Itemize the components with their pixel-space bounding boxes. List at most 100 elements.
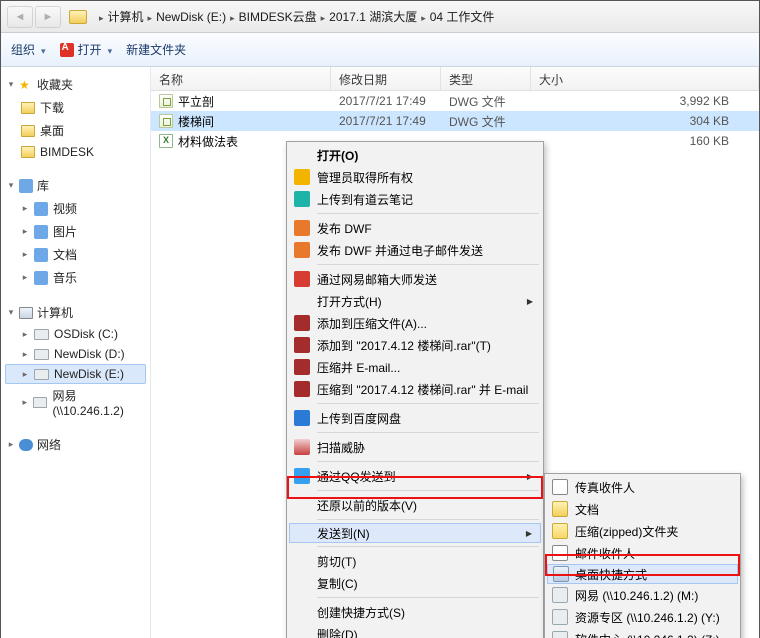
sidebar-item-downloads[interactable]: 下载 xyxy=(5,96,146,119)
back-button[interactable]: ◄ xyxy=(7,6,33,28)
sidebar-item-videos[interactable]: 视频 xyxy=(5,197,146,220)
drive-icon xyxy=(552,609,568,625)
menu-item[interactable]: 压缩(zipped)文件夹 xyxy=(547,520,738,542)
menu-item[interactable]: 添加到压缩文件(A)... xyxy=(289,312,541,334)
menu-item[interactable]: 复制(C) xyxy=(289,572,541,594)
menu-item-label: 打开(O) xyxy=(317,147,358,164)
file-icon xyxy=(159,114,173,128)
menu-item-label: 通过网易邮箱大师发送 xyxy=(317,271,437,288)
monitor-icon xyxy=(553,566,569,582)
col-name[interactable]: 名称 xyxy=(151,67,331,90)
menu-item[interactable]: 压缩到 "2017.4.12 楼梯间.rar" 并 E-mail xyxy=(289,378,541,400)
menu-item[interactable]: 删除(D) xyxy=(289,623,541,638)
file-name: 材料做法表 xyxy=(178,133,238,150)
menu-item[interactable]: 资源专区 (\\10.246.1.2) (Y:) xyxy=(547,606,738,628)
yellow-icon xyxy=(294,169,310,185)
network-header[interactable]: 网络 xyxy=(5,433,146,456)
menu-item[interactable]: 传真收件人 xyxy=(547,476,738,498)
context-menu: 打开(O) 管理员取得所有权上传到有道云笔记发布 DWF发布 DWF 并通过电子邮… xyxy=(286,141,544,638)
menu-item[interactable]: 打开(O) xyxy=(289,144,541,166)
file-size: 3,992 KB xyxy=(531,94,759,108)
file-row[interactable]: 平立剖2017/7/21 17:49DWG 文件3,992 KB xyxy=(151,91,759,111)
col-date[interactable]: 修改日期 xyxy=(331,67,441,90)
file-size: 304 KB xyxy=(531,114,759,128)
explorer-window: ◄ ► 计算机 NewDisk (E:) BIMDESK云盘 2017.1 湖滨… xyxy=(0,0,760,638)
zip-icon xyxy=(552,523,568,539)
menu-item[interactable]: 管理员取得所有权 xyxy=(289,166,541,188)
breadcrumb-item[interactable]: 04 工作文件 xyxy=(430,8,495,25)
menu-item[interactable]: 网易 (\\10.246.1.2) (M:) xyxy=(547,584,738,606)
new-folder-button[interactable]: 新建文件夹 xyxy=(126,41,186,58)
breadcrumb-sep xyxy=(95,10,108,24)
menu-item[interactable]: 通过QQ发送到 xyxy=(289,465,541,487)
menu-item[interactable]: 通过网易邮箱大师发送 xyxy=(289,268,541,290)
breadcrumb-sep xyxy=(317,10,330,24)
menu-item[interactable]: 还原以前的版本(V) xyxy=(289,494,541,516)
menu-item[interactable]: 压缩并 E-mail... xyxy=(289,356,541,378)
library-icon xyxy=(34,225,48,239)
menu-item[interactable]: 发布 DWF xyxy=(289,217,541,239)
menu-item[interactable]: 邮件收件人 xyxy=(547,542,738,564)
drive-icon xyxy=(33,397,47,408)
menu-item-label: 压缩并 E-mail... xyxy=(317,359,400,376)
menu-item-label: 添加到 "2017.4.12 楼梯间.rar"(T) xyxy=(317,337,491,354)
doc-icon xyxy=(552,479,568,495)
library-icon xyxy=(19,179,33,193)
open-button[interactable]: 打开 xyxy=(60,41,113,58)
menu-item-label: 发送到(N) xyxy=(317,525,370,542)
menu-item[interactable]: 剪切(T) xyxy=(289,550,541,572)
sidebar-item-documents[interactable]: 文档 xyxy=(5,243,146,266)
col-type[interactable]: 类型 xyxy=(441,67,531,90)
sidebar-item-netdrive[interactable]: 网易 (\\10.246.1.2) xyxy=(5,384,146,421)
titlebar: ◄ ► 计算机 NewDisk (E:) BIMDESK云盘 2017.1 湖滨… xyxy=(1,1,759,33)
breadcrumb-item[interactable]: 计算机 xyxy=(108,8,144,25)
computer-header[interactable]: 计算机 xyxy=(5,301,146,324)
menu-item[interactable]: 创建快捷方式(S) xyxy=(289,601,541,623)
breadcrumb-item[interactable]: BIMDESK云盘 xyxy=(239,8,317,25)
sidebar-item-music[interactable]: 音乐 xyxy=(5,266,146,289)
breadcrumb-item[interactable]: 2017.1 湖滨大厦 xyxy=(329,8,417,25)
darkred-icon xyxy=(294,337,310,353)
forward-button[interactable]: ► xyxy=(35,6,61,28)
libraries-header[interactable]: 库 xyxy=(5,174,146,197)
breadcrumb-item[interactable]: NewDisk (E:) xyxy=(156,10,226,24)
nav-pane: 收藏夹 下载 桌面 BIMDESK 库 视频 图片 文档 音乐 计算机 OSDi… xyxy=(1,67,151,638)
menu-item[interactable]: 文档 xyxy=(547,498,738,520)
menu-item[interactable]: 桌面快捷方式 xyxy=(547,564,738,584)
menu-item-label: 剪切(T) xyxy=(317,553,356,570)
sidebar-item-bimdesk[interactable]: BIMDESK xyxy=(5,142,146,162)
sidebar-item-desktop[interactable]: 桌面 xyxy=(5,119,146,142)
file-size: 160 KB xyxy=(531,134,759,148)
file-row[interactable]: 楼梯间2017/7/21 17:49DWG 文件304 KB xyxy=(151,111,759,131)
sidebar-item-pictures[interactable]: 图片 xyxy=(5,220,146,243)
favorites-header[interactable]: 收藏夹 xyxy=(5,73,146,96)
organize-menu[interactable]: 组织 xyxy=(11,41,46,58)
sidebar-item-drive-c[interactable]: OSDisk (C:) xyxy=(5,324,146,344)
menu-item[interactable]: 上传到有道云笔记 xyxy=(289,188,541,210)
red-icon xyxy=(294,271,310,287)
menu-item[interactable]: 扫描威胁 xyxy=(289,436,541,458)
file-date: 2017/7/21 17:49 xyxy=(331,94,441,108)
col-size[interactable]: 大小 xyxy=(531,67,759,90)
orange-icon xyxy=(294,220,310,236)
darkred-icon xyxy=(294,359,310,375)
menu-separator xyxy=(317,213,539,214)
sidebar-item-drive-d[interactable]: NewDisk (D:) xyxy=(5,344,146,364)
doc-icon xyxy=(552,545,568,561)
menu-item[interactable]: 添加到 "2017.4.12 楼梯间.rar"(T) xyxy=(289,334,541,356)
menu-item[interactable]: 打开方式(H) xyxy=(289,290,541,312)
file-icon xyxy=(159,134,173,148)
menu-item-label: 打开方式(H) xyxy=(317,293,382,310)
menu-item-label: 压缩(zipped)文件夹 xyxy=(575,523,678,540)
menu-item[interactable]: 发送到(N) xyxy=(289,523,541,543)
menu-item[interactable]: 发布 DWF 并通过电子邮件发送 xyxy=(289,239,541,261)
menu-item[interactable]: 软件中心 (\\10.246.1.2) (Z:) xyxy=(547,628,738,638)
menu-item[interactable]: 上传到百度网盘 xyxy=(289,407,541,429)
breadcrumb[interactable]: 计算机 NewDisk (E:) BIMDESK云盘 2017.1 湖滨大厦 0… xyxy=(95,8,494,25)
sidebar-item-drive-e[interactable]: NewDisk (E:) xyxy=(5,364,146,384)
orange-icon xyxy=(294,242,310,258)
drive-icon xyxy=(552,587,568,603)
teal-icon xyxy=(294,191,310,207)
menu-item-label: 资源专区 (\\10.246.1.2) (Y:) xyxy=(575,609,720,626)
menu-item-label: 邮件收件人 xyxy=(575,545,635,562)
